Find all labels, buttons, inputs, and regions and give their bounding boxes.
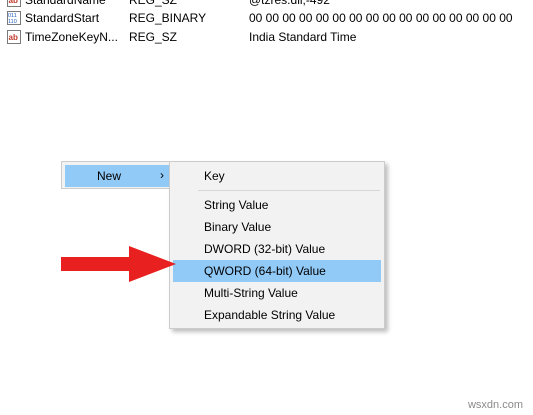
- value-name: TimeZoneKeyN...: [25, 30, 118, 44]
- menu-item-new[interactable]: New ›: [65, 165, 170, 187]
- value-type: REG_SZ: [129, 30, 178, 44]
- menu-separator: [198, 190, 380, 191]
- string-value-icon: ab: [7, 30, 21, 44]
- submenu-item-multi-string-value[interactable]: Multi-String Value: [173, 282, 381, 304]
- registry-editor-view: ab StandardName REG_SZ @tzres.dll,-492 0…: [0, 0, 533, 415]
- submenu-item-qword-value[interactable]: QWORD (64-bit) Value: [173, 260, 381, 282]
- submenu-item-label: QWORD (64-bit) Value: [204, 264, 326, 278]
- value-name: StandardName: [25, 0, 106, 7]
- submenu-item-key[interactable]: Key: [173, 165, 381, 187]
- submenu-item-label: DWORD (32-bit) Value: [204, 242, 326, 256]
- value-name: StandardStart: [25, 11, 100, 25]
- registry-row[interactable]: 011 110 StandardStart REG_BINARY 00 00 0…: [0, 9, 533, 27]
- binary-value-icon: 011 110: [7, 11, 21, 25]
- registry-row[interactable]: ab StandardName REG_SZ @tzres.dll,-492: [0, 0, 533, 9]
- watermark: wsxdn.com: [467, 399, 523, 411]
- submenu-item-string-value[interactable]: String Value: [173, 194, 381, 216]
- string-value-icon: ab: [7, 0, 21, 7]
- value-data: @tzres.dll,-492: [249, 0, 330, 7]
- svg-text:110: 110: [8, 19, 17, 25]
- value-type: REG_BINARY: [129, 11, 207, 25]
- submenu-item-label: String Value: [204, 198, 269, 212]
- submenu-item-label: Binary Value: [204, 220, 272, 234]
- chevron-right-icon: ›: [160, 168, 164, 182]
- value-data: 00 00 00 00 00 00 00 00 00 00 00 00 00 0…: [249, 11, 513, 25]
- submenu-item-expandable-string-value[interactable]: Expandable String Value: [173, 304, 381, 326]
- svg-text:ab: ab: [9, 33, 18, 42]
- submenu-item-label: Multi-String Value: [204, 286, 298, 300]
- submenu-item-label: Key: [204, 169, 225, 183]
- submenu-item-binary-value[interactable]: Binary Value: [173, 216, 381, 238]
- red-arrow-icon: [61, 246, 176, 282]
- context-menu: New ›: [61, 161, 173, 189]
- submenu-item-dword-value[interactable]: DWORD (32-bit) Value: [173, 238, 381, 260]
- submenu-item-label: Expandable String Value: [204, 308, 336, 322]
- registry-row[interactable]: ab TimeZoneKeyN... REG_SZ India Standard…: [0, 28, 533, 46]
- new-submenu: Key String Value Binary Value DWORD (32-…: [169, 161, 385, 329]
- value-data: India Standard Time: [249, 30, 357, 44]
- value-type: REG_SZ: [129, 0, 178, 7]
- svg-text:ab: ab: [9, 0, 18, 5]
- menu-item-new-label: New: [97, 169, 122, 183]
